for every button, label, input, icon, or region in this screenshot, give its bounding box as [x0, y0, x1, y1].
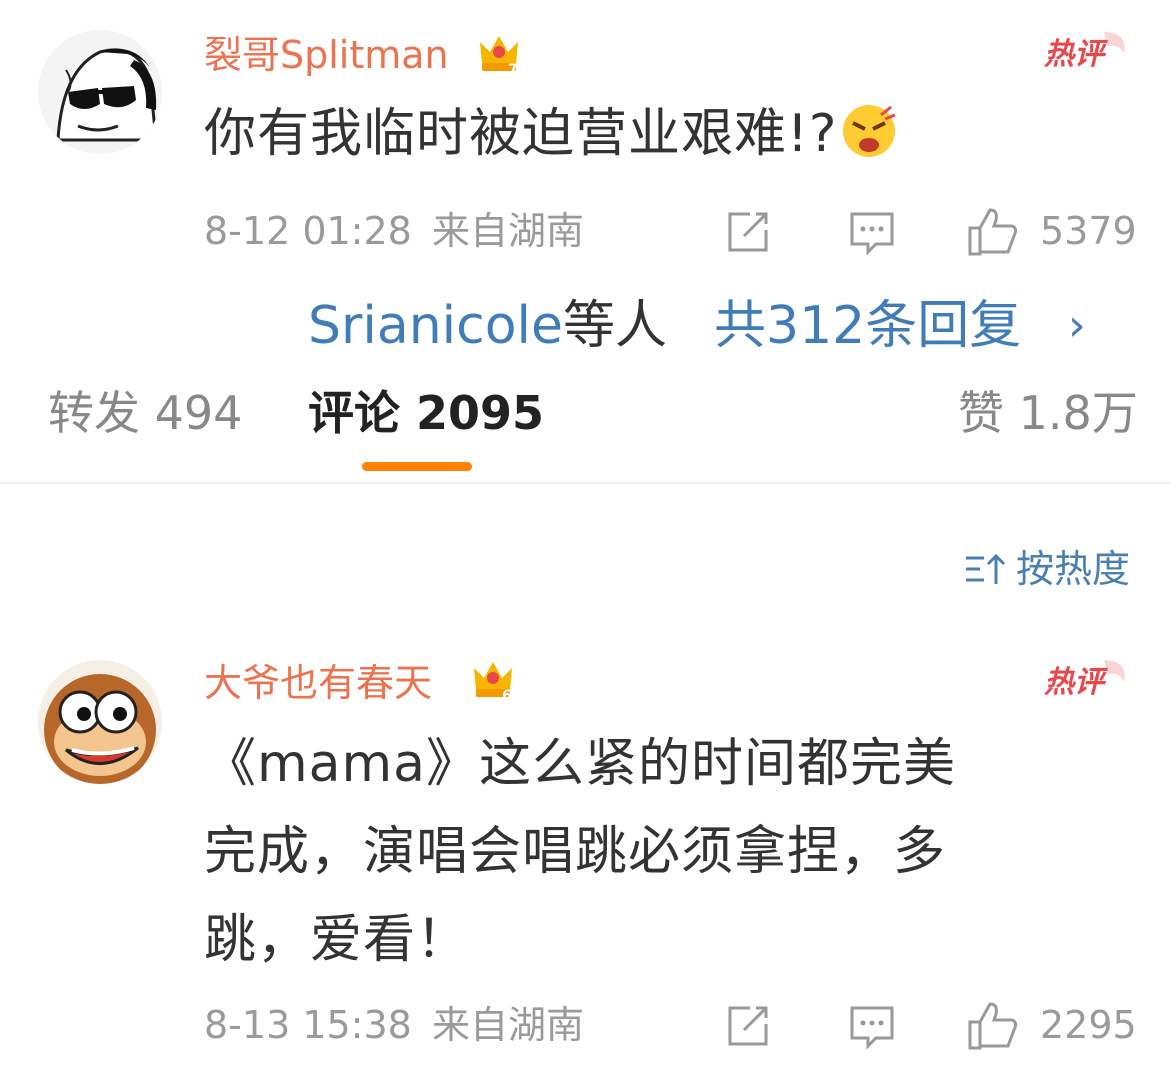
avatar[interactable] — [38, 660, 162, 784]
reply-user-link[interactable]: Srianicole — [308, 296, 563, 356]
sort-label: 按热度 — [1015, 547, 1130, 591]
svg-text:7: 7 — [508, 62, 518, 76]
comment-text: 你有我临时被迫营业艰难!? — [204, 90, 1104, 178]
chevron-right-icon[interactable]: › — [1068, 304, 1086, 348]
angry-emoji-icon — [841, 98, 897, 186]
share-icon[interactable] — [722, 1000, 774, 1052]
reply-summary[interactable]: Srianicole等人 — [308, 300, 667, 352]
sort-button[interactable]: 按热度 — [964, 550, 1130, 588]
comment-meta: 8-12 01:28 来自湖南 — [204, 212, 584, 250]
like-count: 2295 — [1040, 1003, 1137, 1047]
avatar[interactable] — [38, 30, 162, 154]
reply-total-link[interactable]: 共312条回复 — [714, 300, 1021, 352]
like-icon[interactable] — [966, 998, 1018, 1050]
reply-icon[interactable] — [846, 206, 898, 258]
share-icon[interactable] — [722, 206, 774, 258]
crown-icon: 7 — [476, 30, 522, 78]
comment-line: 完成，演唱会唱跳必须拿捏，多 — [204, 822, 947, 882]
hot-comment-badge: 热评 — [1042, 28, 1132, 78]
comment-location: 来自湖南 — [431, 209, 584, 253]
crown-icon: 6 — [470, 656, 516, 704]
tab-comment[interactable]: 评论 2095 — [308, 390, 544, 436]
reply-icon[interactable] — [846, 1000, 898, 1052]
comment-line: 跳，爱看！ — [204, 910, 470, 970]
comment-line: 《mama》这么紧的时间都完美 — [204, 734, 957, 794]
like-icon[interactable] — [966, 204, 1018, 256]
svg-text:热评: 热评 — [1043, 37, 1109, 72]
divider — [0, 482, 1170, 484]
tab-like[interactable]: 赞 1.8万 — [958, 390, 1138, 436]
comment-time: 8-13 15:38 — [204, 1003, 412, 1047]
comment-line: 你有我临时被迫营业艰难!? — [204, 104, 838, 164]
like-count: 5379 — [1040, 209, 1137, 253]
hot-comment-badge: 热评 — [1042, 656, 1132, 706]
reply-suffix: 等人 — [562, 296, 667, 356]
svg-text:热评: 热评 — [1043, 665, 1109, 700]
comment-time: 8-12 01:28 — [204, 209, 412, 253]
comment-text: 《mama》这么紧的时间都完美 完成，演唱会唱跳必须拿捏，多 跳，爱看！ — [204, 720, 1134, 984]
svg-text:6: 6 — [502, 688, 512, 702]
username[interactable]: 大爷也有春天 — [204, 664, 432, 702]
username[interactable]: 裂哥Splitman — [204, 36, 449, 74]
active-tab-indicator — [362, 462, 472, 471]
comment-location: 来自湖南 — [431, 1003, 584, 1047]
sort-icon — [964, 550, 1008, 588]
comment-meta: 8-13 15:38 来自湖南 — [204, 1006, 584, 1044]
tab-repost[interactable]: 转发 494 — [48, 390, 242, 436]
